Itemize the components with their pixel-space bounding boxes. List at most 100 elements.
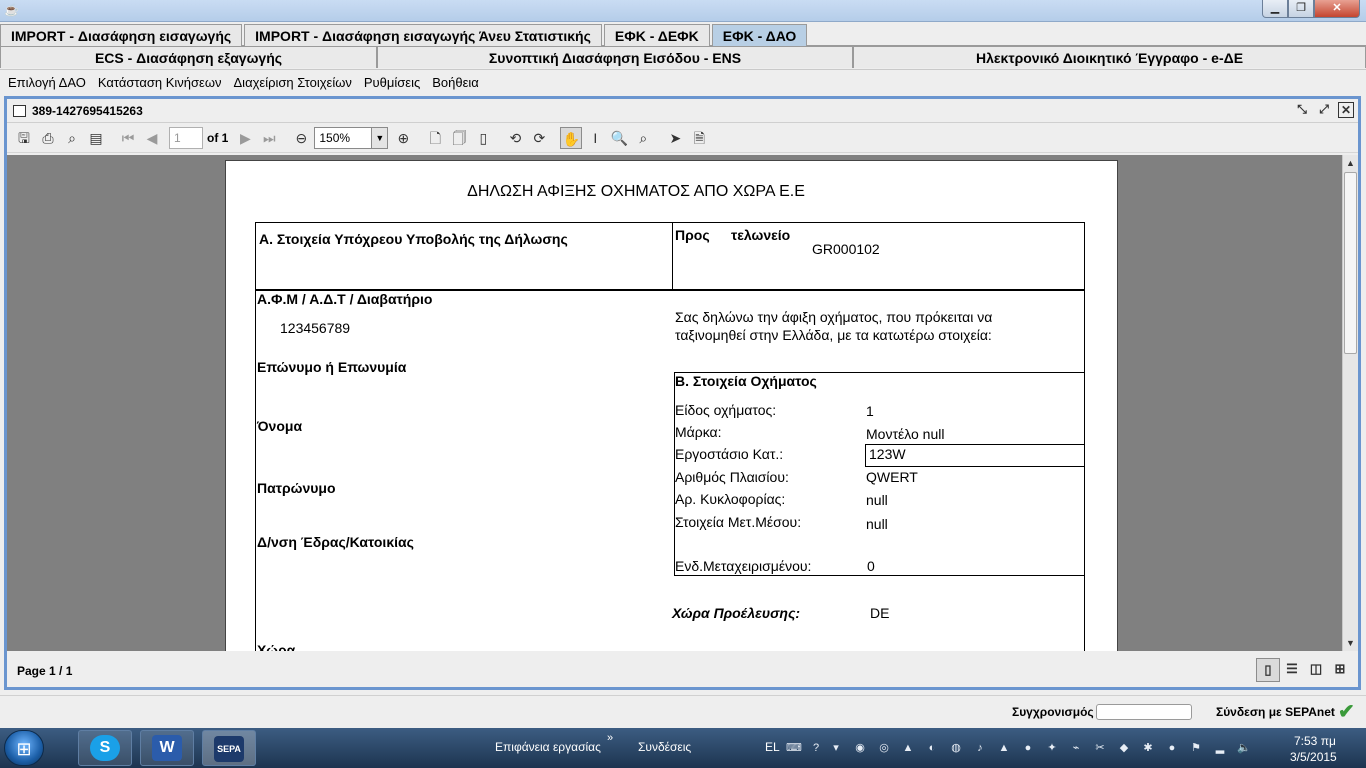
fit-width-icon[interactable]: ▯	[472, 127, 494, 149]
update-icon[interactable]: ●	[1164, 740, 1180, 756]
export-icon[interactable]: ▤	[85, 127, 107, 149]
rotate-left-icon[interactable]: ⟲	[504, 127, 526, 149]
tray-app-icon-8[interactable]: ✱	[1140, 740, 1156, 756]
keyboard-icon[interactable]: ⌨	[786, 740, 802, 756]
report-viewer-frame: 389-1427695415263 ⤡ ⤢ ✕ 🖫 ⎙ ⌕ ▤ ⏮ ◀ 1 of…	[4, 96, 1361, 690]
fit-page-icon[interactable]: 🗍	[448, 127, 470, 149]
close-button[interactable]: ✕	[1314, 0, 1360, 18]
flag-icon[interactable]: ⚑	[1188, 740, 1204, 756]
module-tabs-row-1: IMPORT - Διασάφηση εισαγωγής IMPORT - Δι…	[0, 24, 1366, 46]
tray-app-icon-1[interactable]: ◉	[852, 740, 868, 756]
chevron-right-icon[interactable]: »	[607, 732, 613, 744]
sepa-icon: SEPA	[214, 736, 244, 762]
find-icon[interactable]: 🗎	[688, 127, 710, 149]
report-page: ΔΗΛΩΣΗ ΑΦΙΞΗΣ ΟΧΗΜΑΤΟΣ ΑΠΟ ΧΩΡΑ Ε.Ε Α. Σ…	[225, 160, 1118, 651]
sepa-taskbar-button[interactable]: SEPA	[202, 730, 256, 766]
print-icon[interactable]: ⎙	[37, 127, 59, 149]
maximize-button[interactable]: ❐	[1288, 0, 1314, 18]
section-a-title: Α. Στοιχεία Υπόχρεου Υποβολής της Δήλωση…	[259, 231, 568, 247]
scroll-up-icon[interactable]: ▲	[1343, 155, 1358, 171]
zoom-select[interactable]: 150% ▼	[314, 126, 389, 149]
next-page-icon[interactable]: ▶	[234, 127, 256, 149]
continuous-view-icon[interactable]: ☰	[1280, 658, 1304, 682]
volume-icon[interactable]: 🔈	[1236, 740, 1252, 756]
tab-import-no-stats[interactable]: IMPORT - Διασάφηση εισαγωγής Άνευ Στατισ…	[244, 24, 602, 46]
document-title: ΔΗΛΩΣΗ ΑΦΙΞΗΣ ΟΧΗΜΑΤΟΣ ΑΠΟ ΧΩΡΑ Ε.Ε	[467, 183, 805, 200]
document-viewport[interactable]: ΔΗΛΩΣΗ ΑΦΙΞΗΣ ΟΧΗΜΑΤΟΣ ΑΠΟ ΧΩΡΑ Ε.Ε Α. Σ…	[7, 155, 1342, 651]
continuous-facing-view-icon[interactable]: ⊞	[1328, 658, 1352, 682]
actual-size-icon[interactable]: 🗋	[424, 127, 446, 149]
facing-view-icon[interactable]: ◫	[1304, 658, 1328, 682]
pan-tool-icon[interactable]: ✋	[560, 126, 583, 149]
rotate-right-icon[interactable]: ⟳	[528, 127, 550, 149]
tab-efk-defk[interactable]: ΕΦΚ - ΔΕΦΚ	[603, 24, 710, 46]
menu-movement-status[interactable]: Κατάσταση Κινήσεων	[92, 75, 228, 90]
language-indicator[interactable]: EL	[765, 740, 780, 754]
prev-page-icon[interactable]: ◀	[141, 127, 163, 149]
chassis-value: QWERT	[866, 469, 918, 485]
start-button[interactable]: ⊞	[4, 730, 44, 766]
word-taskbar-button[interactable]: W	[140, 730, 194, 766]
father-name-label: Πατρώνυμο	[257, 480, 336, 496]
tab-import[interactable]: IMPORT - Διασάφηση εισαγωγής	[0, 24, 243, 46]
minimize-button[interactable]: ▁	[1262, 0, 1288, 18]
chevron-down-icon[interactable]: ▾	[828, 740, 844, 756]
tab-ecs[interactable]: ECS - Διασάφηση εξαγωγής	[0, 46, 377, 68]
tray-app-icon-5[interactable]: ●	[1020, 740, 1036, 756]
first-page-icon[interactable]: ⏮	[117, 127, 139, 149]
chrome-icon[interactable]: ◍	[948, 740, 964, 756]
tray-app-icon-6[interactable]: ✂	[1092, 740, 1108, 756]
tray-app-icon-7[interactable]: ◆	[1116, 740, 1132, 756]
links-toolbar-label[interactable]: Συνδέσεις	[638, 740, 691, 754]
drive-icon[interactable]: ▲	[996, 740, 1012, 756]
header-divider	[672, 222, 673, 290]
acrobat-icon[interactable]: ✦	[1044, 740, 1060, 756]
scroll-thumb[interactable]	[1344, 172, 1357, 354]
frame-title: 389-1427695415263	[32, 103, 143, 118]
scroll-down-icon[interactable]: ▼	[1343, 635, 1358, 651]
pointer-icon[interactable]: ➤	[664, 127, 686, 149]
afm-label: Α.Φ.Μ / Α.Δ.Τ / Διαβατήριο	[257, 291, 433, 307]
used-indicator-value: 0	[867, 558, 875, 574]
zoom-tool-icon[interactable]: 🔍	[608, 127, 630, 149]
help-icon[interactable]: ?	[808, 740, 824, 756]
menu-settings[interactable]: Ρυθμίσεις	[358, 75, 426, 90]
zoom-out-tool-icon[interactable]: ⌕	[632, 127, 654, 149]
frame-close-icon[interactable]: ✕	[1338, 102, 1354, 118]
window-titlebar: ☕ ▁ ❐ ✕	[0, 0, 1366, 22]
tray-app-icon-4[interactable]: ◐	[924, 740, 940, 756]
app-status-bar: Συγχρονισμός Σύνδεση με SEPAnet ✔	[0, 695, 1366, 727]
clock-date[interactable]: 3/5/2015	[1290, 750, 1337, 764]
clock-time[interactable]: 7:53 πμ	[1294, 734, 1336, 748]
frame-iconify-icon[interactable]: ⤡	[1294, 102, 1310, 118]
desktop-toolbar-label[interactable]: Επιφάνεια εργασίας	[495, 740, 601, 754]
text-select-icon[interactable]: I	[584, 127, 606, 149]
save-icon[interactable]: 🖫	[13, 127, 35, 149]
menu-data-management[interactable]: Διαχείριση Στοιχείων	[228, 75, 358, 90]
single-page-view-icon[interactable]: ▯	[1256, 658, 1280, 682]
menu-bar: Επιλογή ΔΑΟ Κατάσταση Κινήσεων Διαχείρισ…	[0, 69, 1366, 95]
used-indicator-label: Ενδ.Μεταχειρισμένου:	[675, 558, 812, 574]
page-status: Page 1 / 1	[17, 664, 73, 678]
tray-app-icon-3[interactable]: ▲	[900, 740, 916, 756]
tab-e-de[interactable]: Ηλεκτρονικό Διοικητικό Έγγραφο - e-ΔΕ	[853, 46, 1366, 68]
print-preview-icon[interactable]: ⌕	[61, 127, 83, 149]
tab-ens[interactable]: Συνοπτική Διασάφηση Εισόδου - ENS	[377, 46, 853, 68]
menu-help[interactable]: Βοήθεια	[426, 75, 485, 90]
menu-select-dao[interactable]: Επιλογή ΔΑΟ	[2, 75, 92, 90]
tray-app-icon-2[interactable]: ◎	[876, 740, 892, 756]
vertical-scrollbar[interactable]: ▲ ▼	[1342, 155, 1358, 651]
chevron-down-icon[interactable]: ▼	[371, 127, 388, 148]
brand-label: Μάρκα:	[675, 424, 722, 440]
skype-taskbar-button[interactable]: S	[78, 730, 132, 766]
zoom-in-icon[interactable]: ⊕	[392, 127, 414, 149]
wireless-icon[interactable]: ⌁	[1068, 740, 1084, 756]
network-icon[interactable]: ▂	[1212, 740, 1228, 756]
tab-efk-dao[interactable]: ΕΦΚ - ΔΑΟ	[711, 24, 808, 46]
page-number-input[interactable]: 1	[169, 126, 203, 149]
notification-icon[interactable]: ♪	[972, 740, 988, 756]
zoom-out-icon[interactable]: ⊖	[290, 127, 312, 149]
factory-label: Εργοστάσιο Κατ.:	[675, 446, 784, 462]
last-page-icon[interactable]: ⏭	[258, 127, 280, 149]
frame-maximize-icon[interactable]: ⤢	[1316, 102, 1332, 118]
